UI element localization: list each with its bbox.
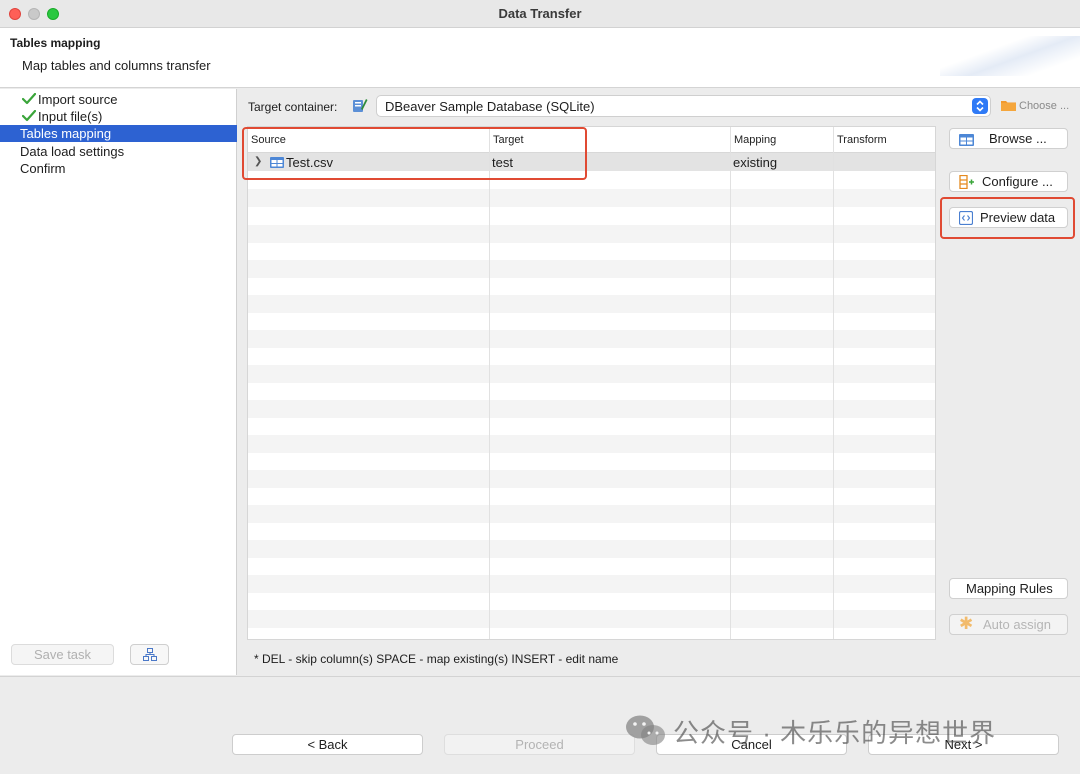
save-task-button[interactable]: Save task bbox=[11, 644, 114, 665]
nav-item-label: Confirm bbox=[20, 161, 66, 176]
header-decoration bbox=[940, 36, 1080, 76]
page-title: Tables mapping bbox=[10, 36, 101, 50]
choose-container-button[interactable]: Choose ... bbox=[1001, 99, 1069, 114]
keyboard-hint: * DEL - skip column(s) SPACE - map exist… bbox=[254, 652, 619, 666]
target-container-select[interactable]: DBeaver Sample Database (SQLite) bbox=[376, 95, 991, 117]
asterisk-icon: ✱ bbox=[959, 614, 974, 633]
wechat-icon bbox=[625, 714, 667, 755]
column-divider bbox=[730, 127, 731, 639]
title-bar: Data Transfer bbox=[0, 0, 1080, 28]
column-header-source[interactable]: Source bbox=[251, 134, 286, 146]
nav-item-input-files[interactable]: Input file(s) bbox=[0, 108, 237, 125]
page-subtitle: Map tables and columns transfer bbox=[22, 58, 211, 73]
wizard-footer: < Back Proceed Cancel Next > 公众号 · 木乐乐的异… bbox=[0, 676, 1080, 774]
watermark-overlay: 公众号 · 木乐乐的异想世界 bbox=[625, 713, 996, 749]
column-divider bbox=[489, 127, 490, 639]
configure-button[interactable]: Configure ... bbox=[949, 171, 1068, 192]
back-button[interactable]: < Back bbox=[232, 734, 423, 755]
choose-label: Choose ... bbox=[1019, 100, 1070, 112]
checkmark-icon bbox=[21, 92, 37, 109]
column-header-transform[interactable]: Transform bbox=[837, 134, 887, 146]
browse-label: Browse ... bbox=[989, 131, 1047, 146]
mapping-rules-label: Mapping Rules bbox=[966, 581, 1053, 596]
column-divider bbox=[833, 127, 834, 639]
window-title: Data Transfer bbox=[498, 6, 582, 21]
nav-item-data-load-settings[interactable]: Data load settings bbox=[0, 143, 237, 160]
preview-label: Preview data bbox=[980, 210, 1056, 225]
mapping-cell[interactable]: existing bbox=[733, 155, 777, 170]
mapping-table[interactable]: Source Target Mapping Transform ❯ Test.c… bbox=[247, 126, 936, 640]
target-cell[interactable]: test bbox=[492, 155, 513, 170]
watermark-text: 公众号 · 木乐乐的异想世界 bbox=[673, 718, 997, 748]
configure-label: Configure ... bbox=[982, 174, 1053, 189]
select-arrows-icon bbox=[972, 98, 988, 114]
mapping-panel: Target container: DBeaver Sample Databas… bbox=[238, 89, 1080, 675]
table-icon bbox=[270, 156, 284, 171]
nav-item-label: Tables mapping bbox=[20, 126, 112, 141]
wizard-header: Tables mapping Map tables and columns tr… bbox=[0, 28, 1080, 88]
target-container-value: DBeaver Sample Database (SQLite) bbox=[385, 99, 595, 114]
nav-item-confirm[interactable]: Confirm bbox=[0, 160, 237, 177]
nav-item-tables-mapping[interactable]: Tables mapping bbox=[0, 125, 237, 142]
source-cell: Test.csv bbox=[286, 155, 333, 170]
auto-assign-button[interactable]: ✱ Auto assign bbox=[949, 614, 1068, 635]
checkmark-icon bbox=[21, 109, 37, 126]
nav-item-label: Input file(s) bbox=[38, 109, 103, 124]
wizard-steps-panel: Import source Input file(s) Tables mappi… bbox=[0, 89, 237, 675]
mapping-rules-button[interactable]: Mapping Rules bbox=[949, 578, 1068, 599]
proceed-button[interactable]: Proceed bbox=[444, 734, 635, 755]
auto-assign-label: Auto assign bbox=[983, 617, 1051, 632]
folder-icon bbox=[1001, 99, 1016, 114]
browse-button[interactable]: Browse ... bbox=[949, 128, 1068, 149]
nav-item-label: Import source bbox=[38, 92, 118, 107]
database-edit-icon bbox=[352, 97, 368, 116]
column-header-target[interactable]: Target bbox=[493, 134, 524, 146]
configure-columns-icon bbox=[959, 174, 975, 194]
target-container-label: Target container: bbox=[248, 100, 338, 114]
preview-icon bbox=[958, 210, 974, 230]
nav-item-label: Data load settings bbox=[20, 144, 125, 159]
preview-data-button[interactable]: Preview data bbox=[949, 207, 1068, 228]
table-icon bbox=[959, 132, 974, 151]
expand-chevron-icon[interactable]: ❯ bbox=[254, 156, 262, 167]
column-header-mapping[interactable]: Mapping bbox=[734, 134, 776, 146]
hierarchy-icon bbox=[143, 648, 157, 664]
nav-item-import-source[interactable]: Import source bbox=[0, 91, 237, 108]
task-tree-button[interactable] bbox=[130, 644, 169, 665]
